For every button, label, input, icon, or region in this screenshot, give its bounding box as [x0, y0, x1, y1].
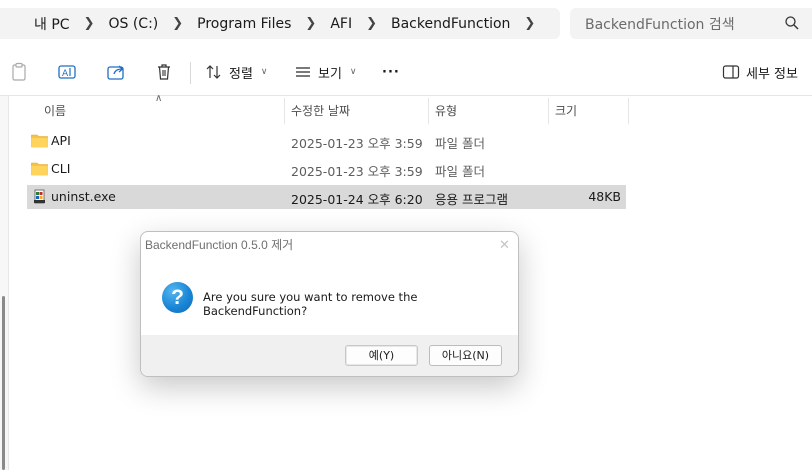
question-icon: ?	[162, 282, 193, 313]
dialog-message: Are you sure you want to remove the Back…	[203, 290, 418, 318]
breadcrumb[interactable]: 내 PC ❯ OS (C:) ❯ Program Files ❯ AFI ❯ B…	[0, 8, 560, 39]
column-divider[interactable]	[548, 98, 549, 124]
column-header-size[interactable]: 크기	[555, 96, 577, 124]
no-button[interactable]: 아니요(N)	[429, 345, 502, 366]
file-modified: 2025-01-23 오후 3:59	[291, 164, 423, 179]
file-name: uninst.exe	[51, 189, 116, 204]
paste-icon[interactable]	[9, 62, 29, 82]
search-placeholder: BackendFunction 검색	[585, 16, 735, 33]
folder-icon	[31, 134, 48, 148]
details-label: 세부 정보	[746, 66, 798, 82]
chevron-down-icon: ∨	[349, 67, 357, 77]
chevron-right-icon[interactable]: ❯	[299, 16, 322, 31]
file-name: CLI	[51, 161, 71, 176]
scrollbar-thumb[interactable]	[2, 296, 5, 470]
details-pane-button[interactable]: 세부 정보	[722, 60, 798, 84]
installer-icon	[34, 189, 45, 204]
folder-icon	[31, 162, 48, 176]
list-item[interactable]: uninst.exe 2025-01-24 오후 6:20 응용 프로그램 48…	[27, 185, 626, 209]
more-options-button[interactable]: ···	[382, 60, 400, 84]
breadcrumb-program-files[interactable]: Program Files	[189, 16, 299, 32]
file-name: API	[51, 133, 71, 148]
chevron-right-icon[interactable]: ❯	[360, 16, 383, 31]
column-header-modified[interactable]: 수정한 날짜	[291, 96, 350, 124]
list-item[interactable]: CLI 2025-01-23 오후 3:59 파일 폴더	[27, 157, 626, 181]
chevron-right-icon[interactable]: ❯	[166, 16, 189, 31]
search-input[interactable]: BackendFunction 검색	[570, 8, 812, 39]
file-modified: 2025-01-23 오후 3:59	[291, 136, 423, 151]
view-button[interactable]: 보기 ∨	[294, 60, 357, 84]
sort-button[interactable]: 정렬 ∨	[205, 60, 268, 84]
command-bar: A 정렬 ∨ 보기 ∨ ··· 세부 정보	[0, 48, 812, 96]
file-type: 응용 프로그램	[435, 192, 508, 207]
toolbar-divider	[190, 62, 191, 84]
file-size: 48KB	[588, 189, 621, 204]
column-header-name[interactable]: 이름	[44, 96, 66, 124]
chevron-down-icon: ∨	[260, 67, 268, 77]
delete-icon[interactable]	[154, 62, 174, 82]
breadcrumb-os-c[interactable]: OS (C:)	[100, 16, 166, 32]
search-icon[interactable]	[784, 15, 800, 31]
details-pane-icon	[722, 65, 740, 79]
chevron-right-icon[interactable]: ❯	[518, 16, 541, 31]
close-icon[interactable]: ✕	[499, 238, 510, 253]
file-type: 파일 폴더	[435, 136, 485, 151]
sort-label: 정렬	[229, 66, 253, 82]
file-type: 파일 폴더	[435, 164, 485, 179]
column-header-type[interactable]: 유형	[435, 96, 457, 124]
column-divider[interactable]	[284, 98, 285, 124]
list-item[interactable]: API 2025-01-23 오후 3:59 파일 폴더	[27, 129, 626, 153]
view-label: 보기	[318, 66, 342, 82]
chevron-right-icon[interactable]: ❯	[78, 16, 101, 31]
column-divider[interactable]	[428, 98, 429, 124]
yes-button[interactable]: 예(Y)	[345, 345, 418, 366]
dialog-body: ? Are you sure you want to remove the Ba…	[141, 258, 518, 335]
sort-ascending-icon: ∧	[155, 93, 163, 104]
svg-text:A: A	[62, 69, 69, 79]
uninstall-confirm-dialog: BackendFunction 0.5.0 제거 ✕ ? Are you sur…	[140, 231, 519, 377]
share-icon[interactable]	[106, 62, 126, 82]
sort-icon	[206, 65, 221, 79]
dialog-footer: 예(Y) 아니요(N)	[141, 335, 518, 376]
breadcrumb-afi[interactable]: AFI	[322, 16, 360, 32]
rename-icon[interactable]: A	[57, 62, 77, 82]
view-list-icon	[296, 67, 310, 77]
column-divider[interactable]	[628, 98, 629, 124]
dialog-title: BackendFunction 0.5.0 제거	[145, 238, 294, 252]
breadcrumb-backendfunction[interactable]: BackendFunction	[383, 16, 518, 32]
file-modified: 2025-01-24 오후 6:20	[291, 192, 423, 207]
breadcrumb-this-pc[interactable]: 내 PC	[0, 14, 78, 34]
address-bar: 내 PC ❯ OS (C:) ❯ Program Files ❯ AFI ❯ B…	[0, 0, 812, 47]
